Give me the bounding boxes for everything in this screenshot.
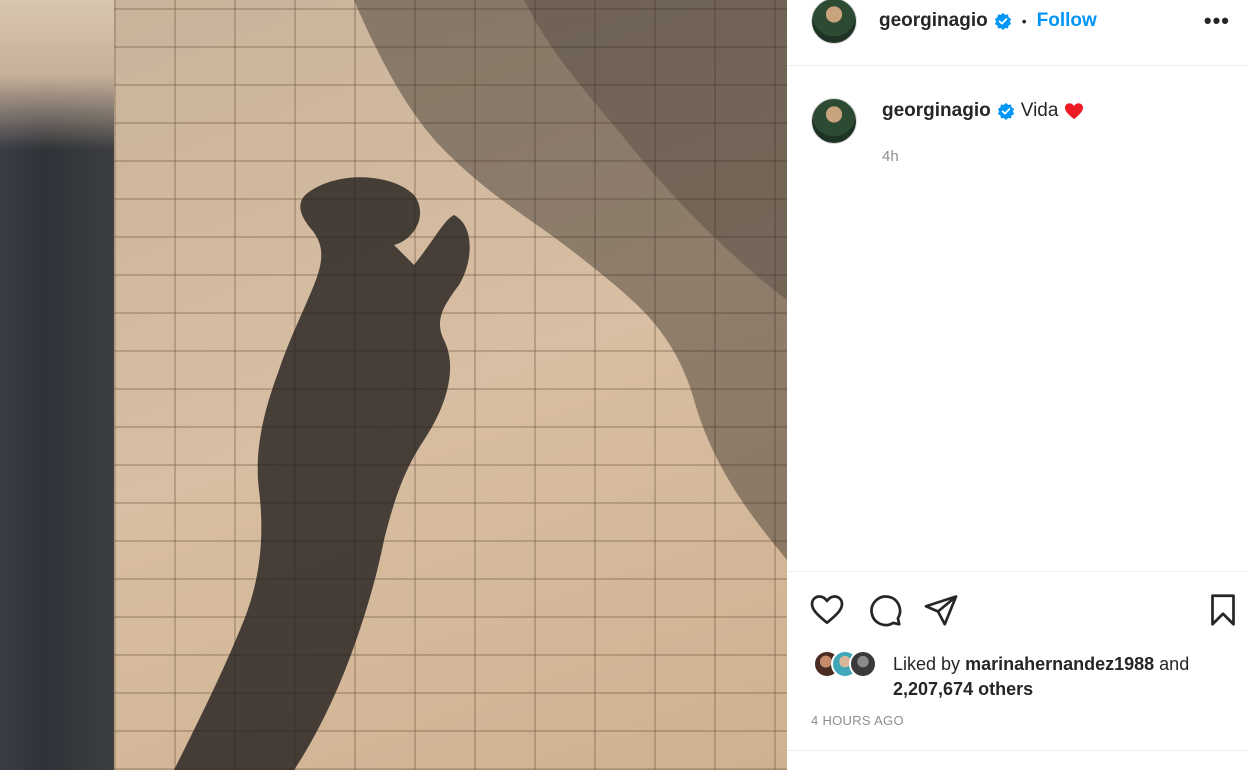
likes-count[interactable]: 2,207,674 others: [893, 679, 1033, 699]
liker-avatars[interactable]: [813, 650, 877, 678]
liked-by-and: and: [1159, 654, 1190, 674]
bookmark-icon[interactable]: [1205, 592, 1241, 628]
caption-avatar[interactable]: [811, 98, 857, 144]
liked-by-prefix: Liked by: [893, 654, 961, 674]
header-username[interactable]: georginagio: [879, 10, 988, 32]
divider: [787, 750, 1248, 751]
header-user: georginagio • Follow: [879, 10, 1097, 32]
verified-badge-icon: [994, 12, 1011, 30]
follow-button[interactable]: Follow: [1037, 10, 1097, 32]
post-photo[interactable]: [114, 0, 787, 770]
separator-dot: •: [1021, 13, 1027, 29]
post-side-panel: georginagio • Follow ••• georginagio Vid…: [787, 0, 1248, 770]
shadow-silhouette: [174, 0, 787, 770]
caption-line: georginagio Vida: [882, 100, 1084, 122]
liked-by-username[interactable]: marinahernandez1988: [965, 654, 1154, 674]
previous-post-edge: [0, 0, 114, 770]
caption-username[interactable]: georginagio: [882, 100, 991, 122]
verified-badge-icon: [997, 102, 1014, 120]
liker-avatar: [849, 650, 877, 678]
red-heart-emoji-icon: [1065, 103, 1084, 120]
caption-timestamp[interactable]: 4h: [882, 148, 899, 165]
more-options-button[interactable]: •••: [1204, 8, 1230, 34]
post-timestamp[interactable]: 4 HOURS AGO: [811, 713, 904, 728]
avatar[interactable]: [811, 0, 857, 44]
likes-summary: Liked by marinahernandez1988 and 2,207,6…: [893, 652, 1233, 702]
action-bar: Liked by marinahernandez1988 and 2,207,6…: [787, 571, 1248, 770]
comment-bubble-icon[interactable]: [867, 592, 903, 628]
paper-plane-icon[interactable]: [923, 592, 959, 628]
post-header: georginagio • Follow •••: [787, 0, 1248, 66]
caption-text: Vida: [1020, 100, 1059, 121]
heart-outline-icon[interactable]: [809, 592, 845, 628]
